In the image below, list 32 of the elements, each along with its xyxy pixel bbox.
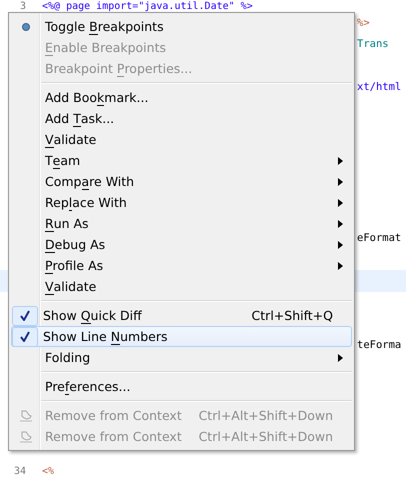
menu-item[interactable]: Show Line Numbers: [11, 326, 352, 347]
hand-icon: [19, 430, 33, 442]
menu-item[interactable]: Run As: [11, 213, 352, 234]
code-text: <%: [41, 466, 54, 476]
menu-item[interactable]: Add Task...: [11, 108, 352, 129]
menu-item[interactable]: Team: [11, 150, 352, 171]
menu-item[interactable]: Validate: [11, 129, 352, 150]
menu-item[interactable]: Show Quick Diff Ctrl+Shift+Q: [11, 305, 352, 326]
menu-item[interactable]: Replace With: [11, 192, 352, 213]
checkmark-icon: [20, 310, 30, 321]
menu-item[interactable]: Toggle Breakpoints: [11, 16, 352, 37]
menu-item[interactable]: Profile As: [11, 255, 352, 276]
code-text: <%@ page import="java.util.Date" %>: [41, 0, 253, 12]
checkmark-icon: [20, 331, 30, 342]
line-number: 34: [12, 466, 27, 476]
menu-item[interactable]: Folding: [11, 347, 352, 368]
shortcut-text: Ctrl+Shift+Q: [252, 308, 333, 323]
hand-icon: [19, 410, 33, 422]
code-text: %>: [357, 16, 370, 29]
code-text: Trans: [357, 38, 389, 50]
menu-item[interactable]: Validate: [11, 276, 352, 297]
breakpoint-icon: [22, 22, 30, 30]
shortcut-text: Ctrl+Alt+Shift+Down: [198, 408, 333, 423]
code-text: teForma: [357, 339, 402, 352]
code-text: xt/html: [357, 81, 402, 94]
menu-item[interactable]: Debug As: [11, 234, 352, 255]
line-number: 3: [18, 0, 27, 12]
menu-item[interactable]: Add Bookmark...: [11, 87, 352, 108]
menu-item[interactable]: Preferences...: [11, 376, 352, 397]
menu-item[interactable]: Compare With: [11, 171, 352, 192]
code-text: eFormat: [357, 232, 402, 244]
shortcut-text: Ctrl+Alt+Shift+Down: [198, 429, 333, 444]
